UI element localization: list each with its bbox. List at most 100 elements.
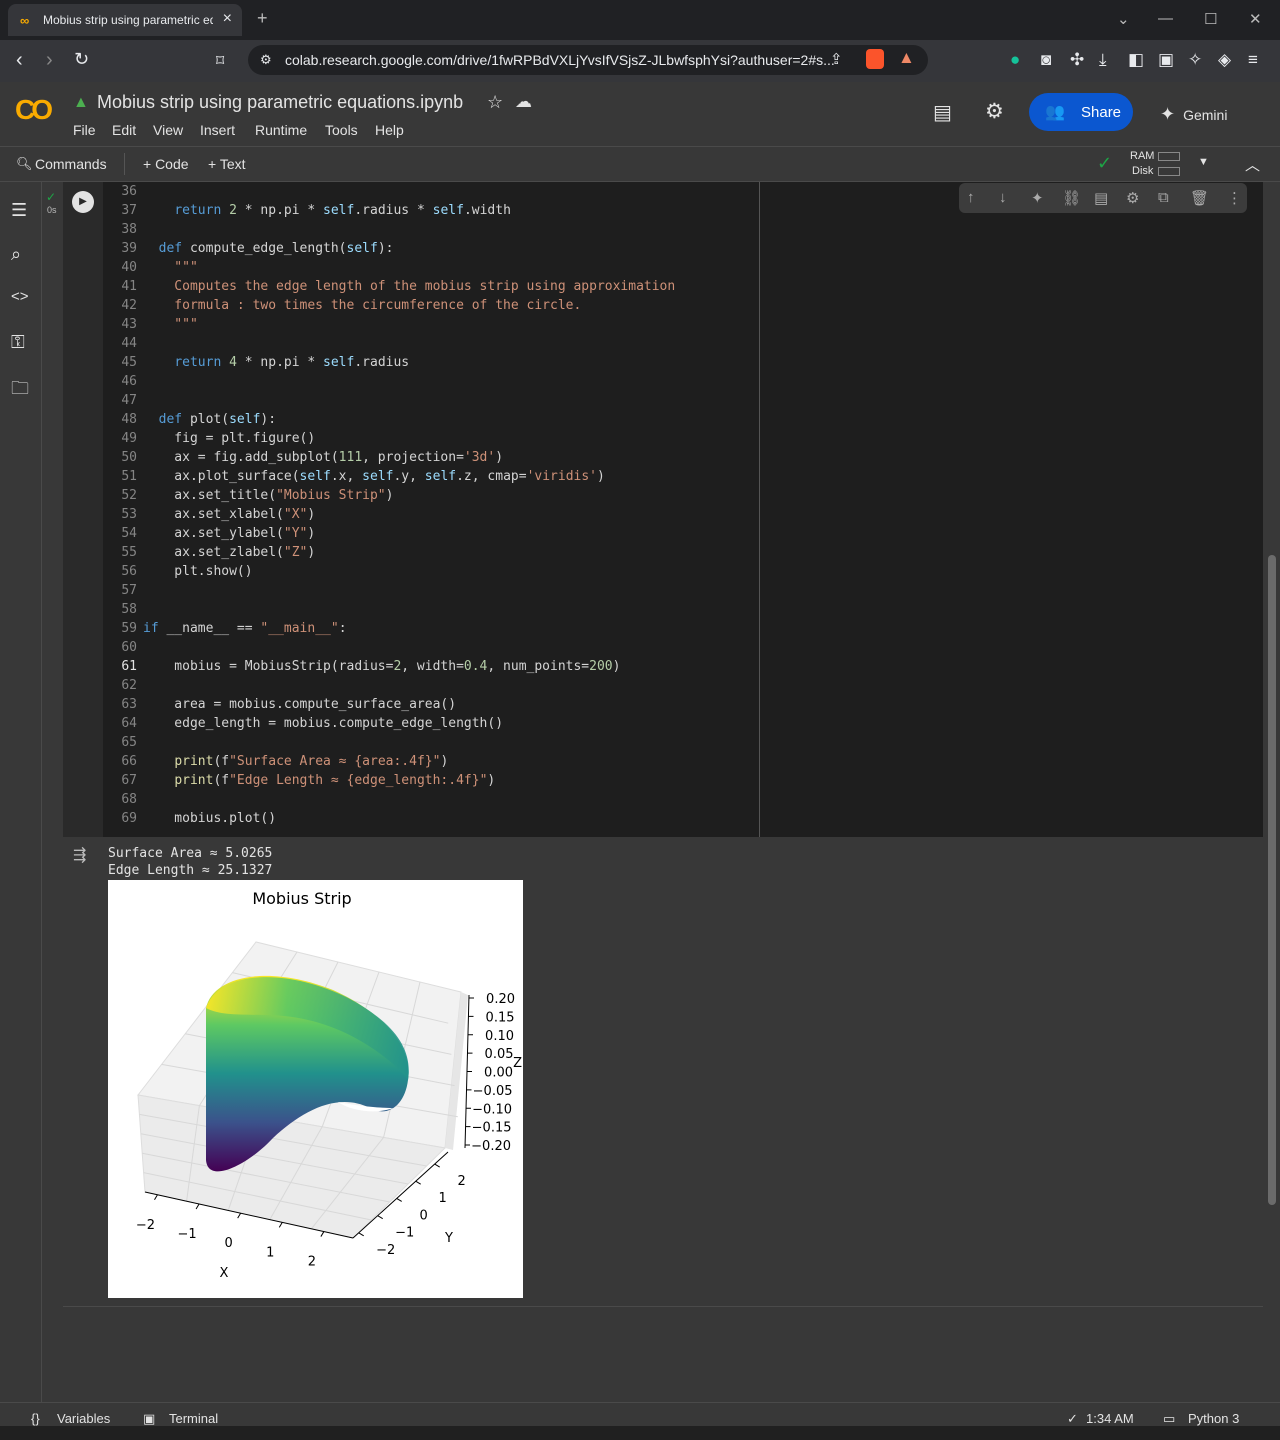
line-number: 44: [121, 336, 137, 351]
comments-icon[interactable]: ▤: [933, 100, 952, 125]
y-tick: [415, 1180, 421, 1185]
disk-label[interactable]: Disk: [1132, 165, 1153, 177]
scrollbar-thumb[interactable]: [1268, 555, 1276, 1205]
mirror-cell-icon[interactable]: ⧉: [1158, 189, 1169, 206]
variables-icon[interactable]: {}: [31, 1411, 40, 1426]
colab-logo[interactable]: CO: [15, 94, 53, 126]
disk-meter: [1158, 167, 1180, 176]
add-code-button[interactable]: + Code: [143, 156, 189, 172]
gemini-button[interactable]: ✦ Gemini: [1160, 104, 1227, 125]
z-axis-label: Z: [513, 1056, 522, 1071]
resource-dropdown-icon[interactable]: ▼: [1198, 156, 1209, 168]
x-tick: [278, 1222, 283, 1228]
browser-tab[interactable]: ∞ Mobius strip using parametric equation…: [8, 4, 242, 36]
settings-icon[interactable]: ⚙: [985, 99, 1004, 124]
line-length-ruler: [759, 182, 760, 837]
close-tab-icon[interactable]: ×: [223, 10, 232, 28]
star-icon[interactable]: ☆: [487, 92, 503, 113]
line-number: 65: [121, 735, 137, 750]
tab-search-icon[interactable]: ⌄: [1117, 10, 1130, 28]
grammarly-icon[interactable]: ●: [1010, 50, 1020, 70]
download-icon[interactable]: ⤓: [1099, 50, 1107, 70]
z-tick-label: 0.15: [486, 1010, 515, 1025]
y-tick: [377, 1215, 383, 1220]
menu-view[interactable]: View: [153, 122, 183, 138]
output-line: Surface Area ≈ 5.0265: [108, 846, 273, 861]
browser-menu-icon[interactable]: ≡: [1248, 50, 1258, 70]
wallet-icon[interactable]: ▣: [1158, 50, 1174, 70]
back-icon[interactable]: ‹: [16, 49, 23, 72]
new-tab-icon[interactable]: +: [257, 8, 268, 29]
line-number: 68: [121, 792, 137, 807]
menu-file[interactable]: File: [73, 122, 96, 138]
line-number: 55: [121, 545, 137, 560]
reload-icon[interactable]: ↻: [74, 49, 89, 70]
line-number: 60: [121, 640, 137, 655]
run-cell-button[interactable]: ▶: [72, 191, 94, 213]
runtime-type[interactable]: Python 3: [1188, 1411, 1239, 1426]
code-line: Computes the edge length of the mobius s…: [143, 279, 676, 294]
notebook-title[interactable]: Mobius strip using parametric equations.…: [97, 92, 463, 113]
secrets-key-icon[interactable]: ⚿: [11, 332, 25, 353]
commands-button[interactable]: Commands: [35, 156, 107, 172]
cell-gutter: [63, 182, 103, 837]
site-info-icon[interactable]: ⚙: [260, 52, 272, 68]
line-number: 42: [121, 298, 137, 313]
variables-button[interactable]: Variables: [57, 1411, 110, 1426]
line-number: 62: [121, 678, 137, 693]
terminal-icon[interactable]: ▣: [143, 1411, 155, 1427]
last-exec-time[interactable]: 1:34 AM: [1086, 1411, 1134, 1426]
sidebar-icon[interactable]: ◧: [1128, 50, 1144, 70]
output-line: Edge Length ≈ 25.1327: [108, 863, 273, 878]
menu-runtime[interactable]: Runtime: [255, 122, 307, 138]
z-ticks: 0.20 0.15 0.10 0.05 0.00 −0.05 −0.10 −0.15 −0.20: [465, 992, 515, 1154]
move-down-icon[interactable]: ↓: [999, 189, 1007, 206]
code-snippets-icon[interactable]: <>: [11, 288, 29, 305]
leo-ai-icon[interactable]: ✧: [1188, 50, 1202, 70]
extensions-icon[interactable]: ✣: [1070, 50, 1084, 70]
add-text-button[interactable]: + Text: [208, 156, 246, 172]
code-line: ax.set_zlabel("Z"): [143, 545, 316, 560]
tab-title: Mobius strip using parametric equations.…: [43, 13, 213, 27]
share-page-icon[interactable]: ⇪: [830, 50, 843, 68]
share-button[interactable]: 👥 Share: [1029, 93, 1133, 131]
move-up-icon[interactable]: ↑: [967, 189, 975, 206]
table-of-contents-icon[interactable]: ☰: [11, 200, 27, 221]
menu-help[interactable]: Help: [375, 122, 404, 138]
ram-label[interactable]: RAM: [1130, 150, 1154, 162]
link-icon[interactable]: ⛓: [1062, 189, 1081, 207]
line-number: 58: [121, 602, 137, 617]
close-window-icon[interactable]: ✕: [1249, 10, 1262, 28]
more-options-icon[interactable]: ⋮: [1227, 189, 1242, 207]
files-folder-icon[interactable]: 🗀: [11, 376, 29, 406]
line-number: 49: [121, 431, 137, 446]
collapse-header-icon[interactable]: ︿: [1245, 154, 1260, 175]
vpn-icon[interactable]: ◈: [1218, 50, 1231, 70]
menu-tools[interactable]: Tools: [325, 122, 358, 138]
z-tick-label: 0.00: [484, 1066, 513, 1081]
y-tick-label: 1: [439, 1191, 447, 1206]
camera-icon[interactable]: ◙: [1041, 50, 1051, 70]
status-bar: {} Variables ▣ Terminal ✓ 1:34 AM ▭ Pyth…: [0, 1402, 1280, 1426]
gemini-cell-icon[interactable]: ✦: [1031, 189, 1044, 207]
x-tick: [320, 1231, 325, 1237]
find-replace-icon[interactable]: ⌕: [11, 244, 21, 265]
bookmark-icon[interactable]: ⌑: [216, 51, 224, 71]
forward-icon[interactable]: ›: [46, 49, 53, 72]
line-number: 61: [121, 659, 137, 674]
brave-rewards-icon[interactable]: ▲: [898, 48, 915, 68]
brave-shield-icon[interactable]: [866, 49, 884, 69]
delete-icon[interactable]: 🗑︎: [1190, 189, 1209, 207]
menu-insert[interactable]: Insert: [200, 122, 235, 138]
menu-edit[interactable]: Edit: [112, 122, 136, 138]
terminal-button[interactable]: Terminal: [169, 1411, 218, 1426]
line-number: 36: [121, 184, 137, 199]
cell-exec-time: 0s: [47, 205, 57, 215]
comment-icon[interactable]: ▤: [1094, 189, 1108, 207]
maximize-icon[interactable]: ☐: [1204, 10, 1217, 28]
line-number: 59: [121, 621, 137, 636]
address-bar[interactable]: ⚙ colab.research.google.com/drive/1fwRPB…: [248, 45, 928, 75]
minimize-icon[interactable]: —: [1158, 10, 1173, 27]
cell-settings-icon[interactable]: ⚙: [1126, 189, 1139, 207]
output-actions-icon[interactable]: ⇶: [73, 845, 86, 865]
